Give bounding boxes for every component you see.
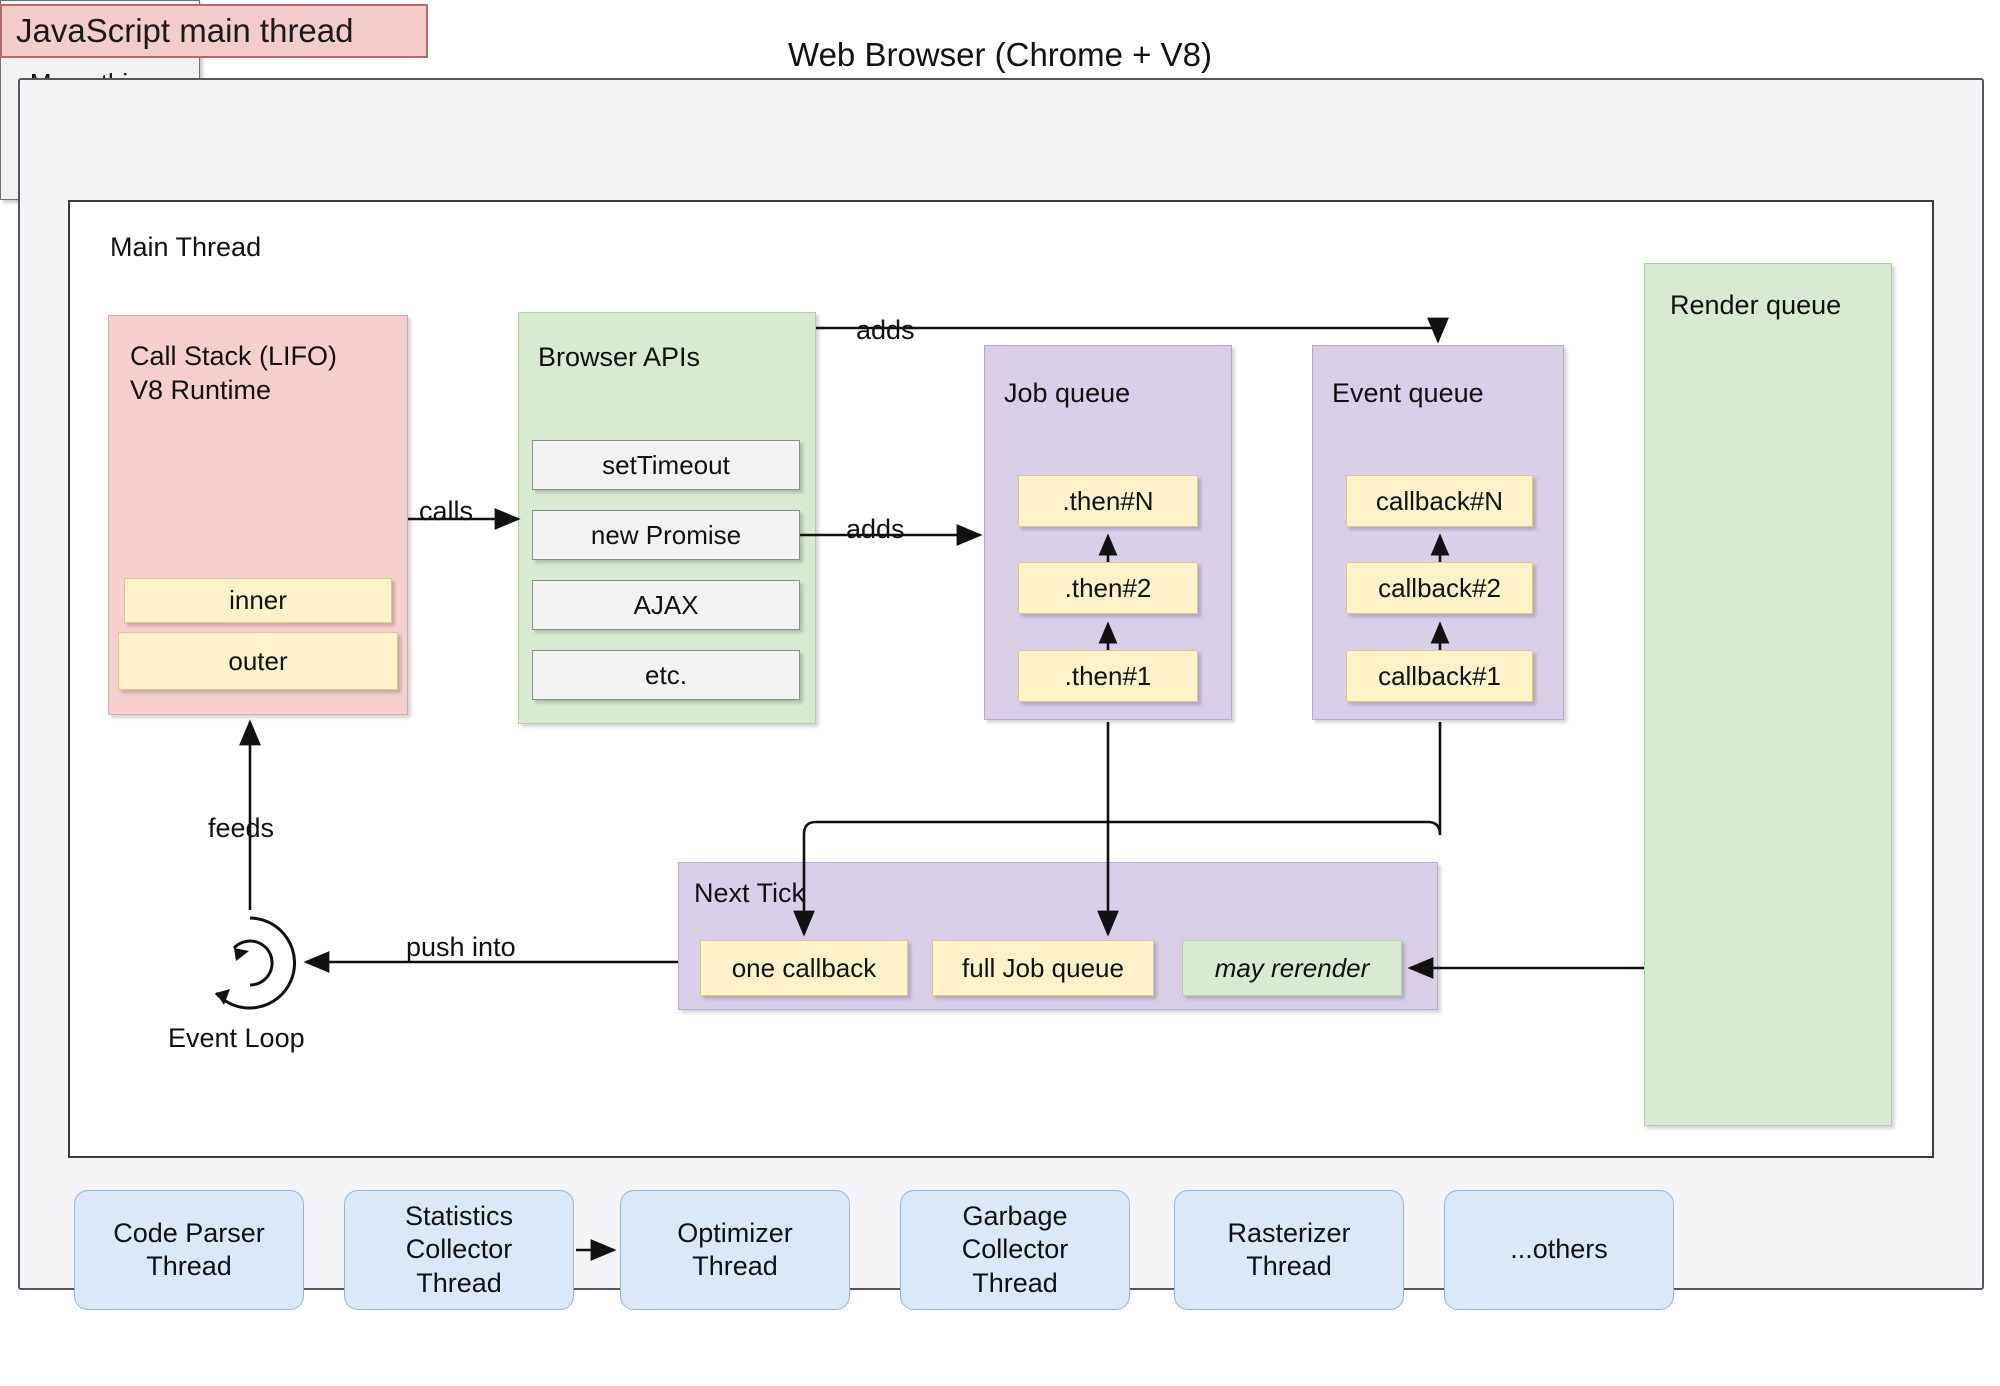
thread-box-garbage-collector: Garbage Collector Thread xyxy=(900,1190,1130,1310)
browser-api-ajax: AJAX xyxy=(532,580,800,630)
thread-box-optimizer: Optimizer Thread xyxy=(620,1190,850,1310)
call-stack-title: Call Stack (LIFO) V8 Runtime xyxy=(130,341,338,405)
circular-arrow-icon xyxy=(200,913,300,1013)
edge-label-push-into: push into xyxy=(403,932,519,963)
next-tick-item-may-rerender: may rerender xyxy=(1182,940,1402,996)
diagram-canvas: JavaScript main thread Web Browser (Chro… xyxy=(0,0,2000,1386)
event-queue-item-callback-2: callback#2 xyxy=(1346,562,1533,614)
call-stack-frame-inner: inner xyxy=(124,578,392,623)
thread-box-statistics-collector: Statistics Collector Thread xyxy=(344,1190,574,1310)
thread-box-code-parser: Code Parser Thread xyxy=(74,1190,304,1310)
thread-box-others: ...others xyxy=(1444,1190,1674,1310)
main-thread-label: Main Thread xyxy=(110,232,262,262)
job-queue-item-then-1: .then#1 xyxy=(1018,650,1198,702)
next-tick-title: Next Tick xyxy=(694,878,806,908)
event-queue-item-callback-n: callback#N xyxy=(1346,475,1533,527)
title-badge-label: JavaScript main thread xyxy=(16,12,354,49)
edge-label-calls: calls xyxy=(416,496,477,527)
next-tick-item-one-callback: one callback xyxy=(700,940,908,996)
edge-label-adds-top: adds xyxy=(853,315,918,346)
job-queue-title: Job queue xyxy=(1004,378,1131,408)
call-stack-frame-outer: outer xyxy=(118,632,398,690)
event-queue-item-callback-1: callback#1 xyxy=(1346,650,1533,702)
browser-apis-title: Browser APIs xyxy=(538,342,701,372)
browser-api-etc: etc. xyxy=(532,650,800,700)
job-queue-item-then-n: .then#N xyxy=(1018,475,1198,527)
next-tick-item-full-job-queue: full Job queue xyxy=(932,940,1154,996)
render-queue-title: Render queue xyxy=(1670,290,1842,320)
job-queue-item-then-2: .then#2 xyxy=(1018,562,1198,614)
edge-label-feeds: feeds xyxy=(205,813,278,844)
edge-label-adds-mid: adds xyxy=(843,514,908,545)
event-queue-title: Event queue xyxy=(1332,378,1484,408)
thread-box-rasterizer: Rasterizer Thread xyxy=(1174,1190,1404,1310)
event-loop-label: Event Loop xyxy=(168,1023,305,1053)
render-queue-box xyxy=(1644,263,1892,1126)
title-badge: JavaScript main thread xyxy=(0,4,428,58)
browser-api-settimeout: setTimeout xyxy=(532,440,800,490)
browser-api-new-promise: new Promise xyxy=(532,510,800,560)
